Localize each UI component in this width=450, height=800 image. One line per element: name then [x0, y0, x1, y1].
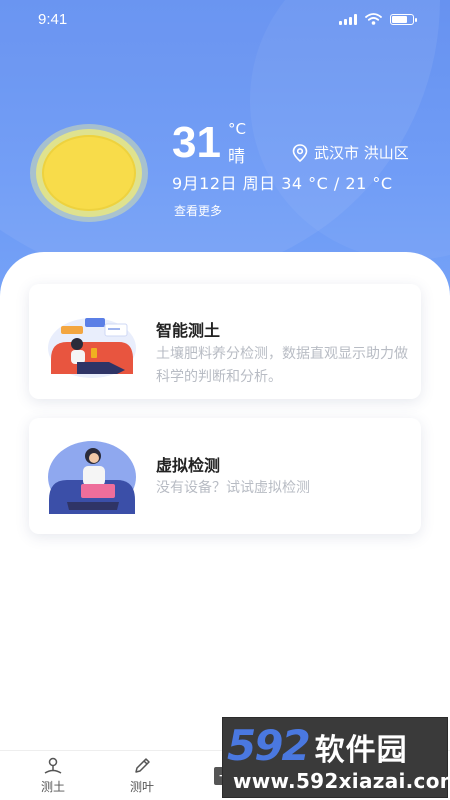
nav-leaf-test[interactable]: 测叶: [112, 757, 172, 795]
pencil-icon: [135, 758, 150, 773]
watermark-url: www.592xiazai.com: [233, 769, 450, 793]
site-watermark: 592 软件园 www.592xiazai.com: [222, 717, 450, 798]
signal-icon: [339, 13, 357, 25]
watermark-number: 592: [227, 721, 311, 770]
location-label: 武汉市 洪山区: [314, 144, 409, 162]
card-description: 没有设备？试试虚拟检测: [156, 480, 310, 496]
nav-label: 测土: [40, 780, 65, 794]
card-title: 智能测土: [156, 321, 221, 340]
temperature-unit: °C: [228, 120, 246, 138]
nav-label: 测叶: [129, 780, 154, 794]
status-time: 9:41: [38, 11, 68, 28]
woman-with-laptop-illustration: [48, 441, 136, 514]
location-pin-icon: [292, 143, 308, 162]
card-description: 土壤肥料养分检测，数据直观显示助力做科学的判断和分析。: [156, 346, 408, 385]
card-title: 虚拟检测: [156, 456, 221, 475]
wifi-icon: [365, 13, 382, 25]
nav-soil-test[interactable]: 测土: [23, 757, 83, 795]
date-temp-range: 9月12日 周日 34 °C / 21 °C: [172, 174, 393, 193]
see-more-link[interactable]: 查看更多: [174, 202, 222, 219]
virtual-test-card[interactable]: 虚拟检测 没有设备？试试虚拟检测: [29, 418, 421, 534]
status-bar: 9:41: [0, 0, 450, 40]
woman-on-sofa-illustration: [48, 318, 136, 378]
weather-condition: 晴: [228, 147, 245, 167]
sun-icon: [30, 124, 148, 222]
battery-icon: [390, 13, 417, 25]
battery-level: [392, 15, 408, 23]
location[interactable]: 武汉市 洪山区: [292, 142, 409, 163]
soil-test-icon: [44, 757, 62, 774]
watermark-name: 软件园: [314, 733, 408, 768]
smart-soil-test-card[interactable]: 智能测土 土壤肥料养分检测，数据直观显示助力做科学的判断和分析。: [29, 284, 421, 399]
status-icons: [339, 13, 417, 25]
temperature-value: 31: [172, 118, 221, 167]
